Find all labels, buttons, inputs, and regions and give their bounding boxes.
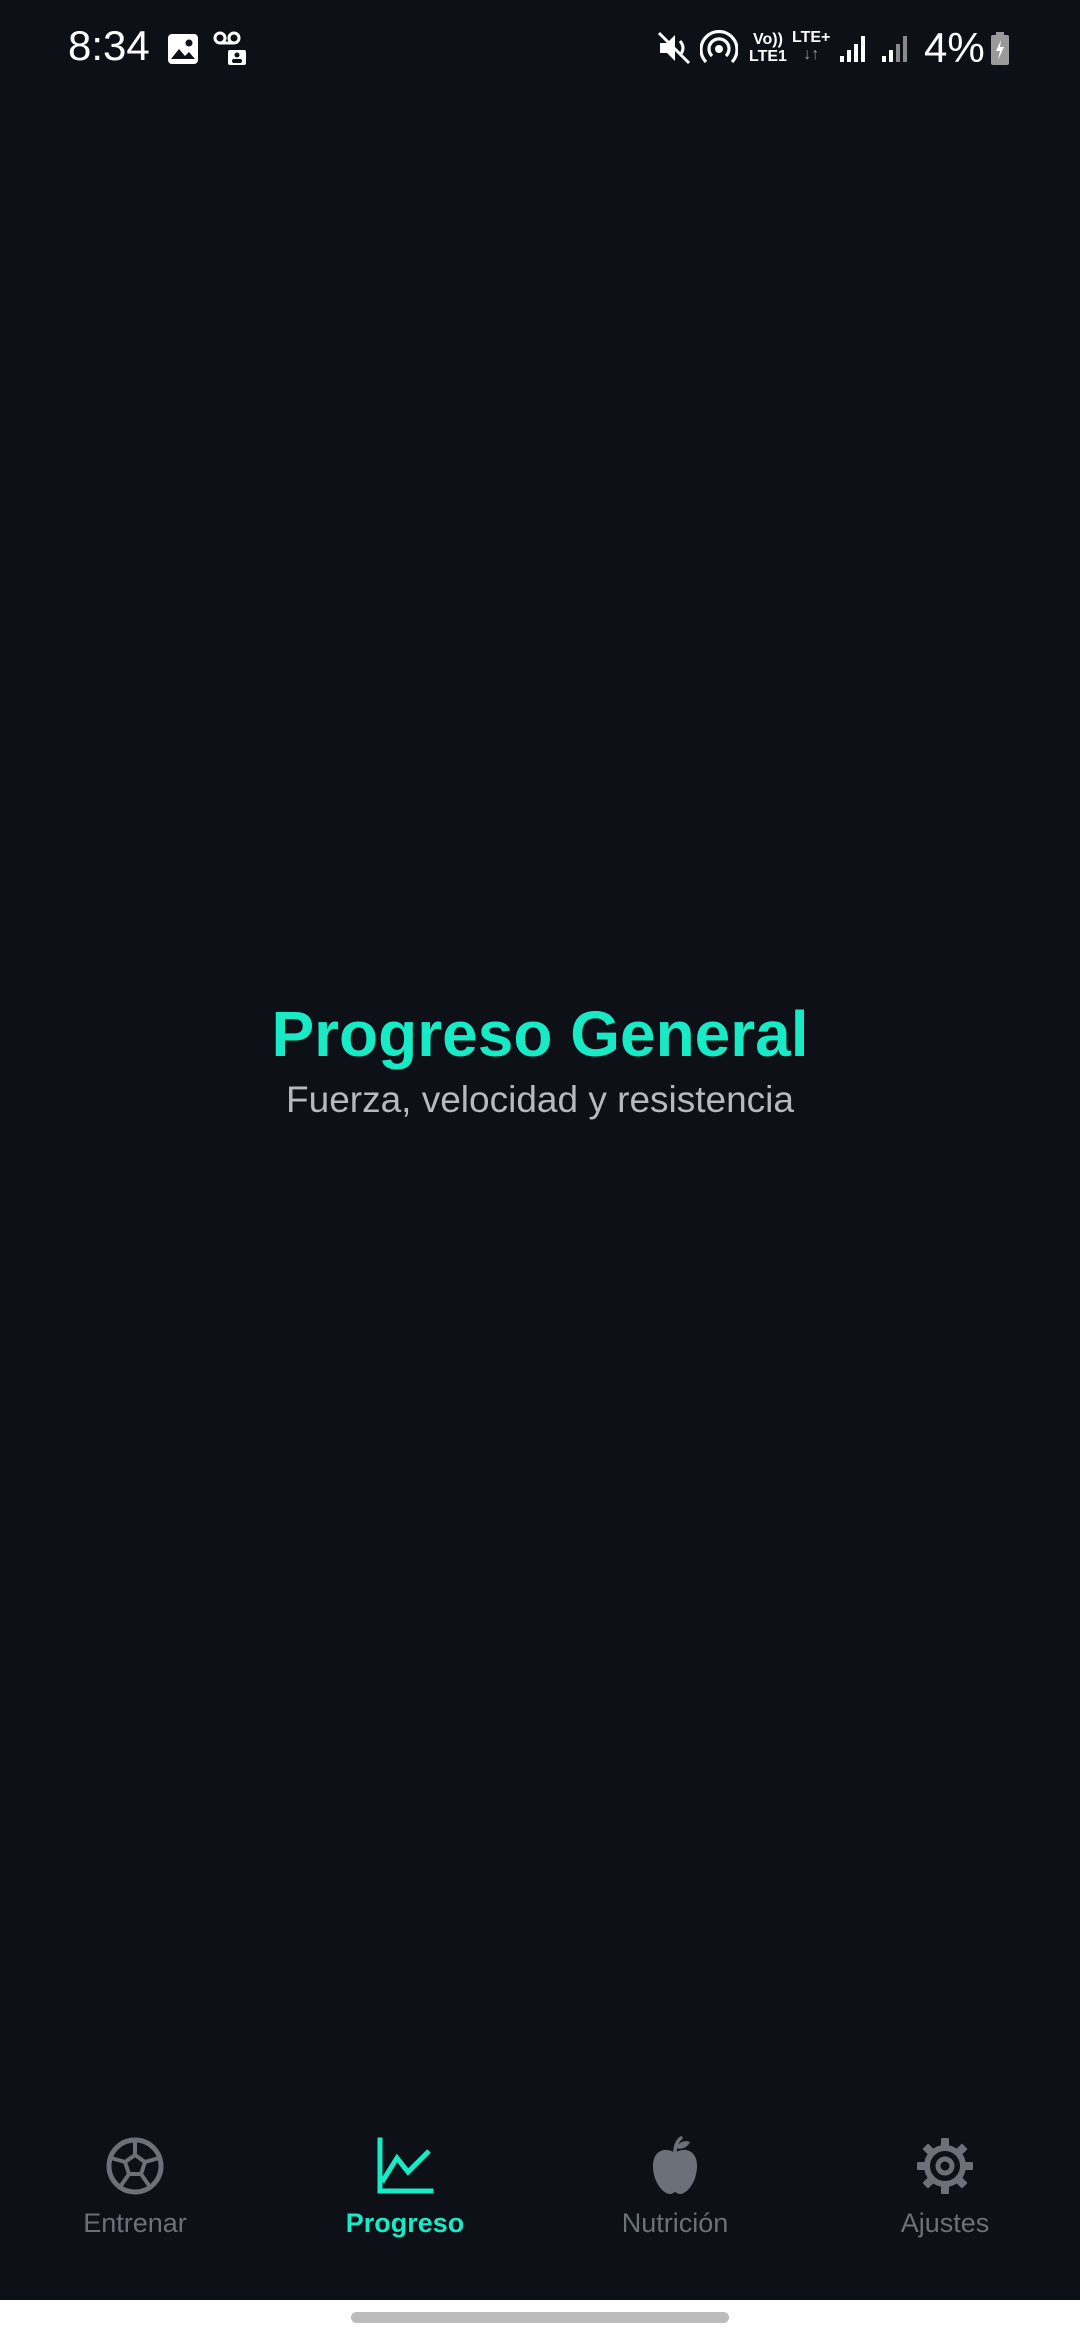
signal-weak-icon bbox=[882, 36, 907, 62]
home-indicator[interactable] bbox=[351, 2312, 729, 2323]
lte-data-icon: LTE+ ↓↑ bbox=[792, 29, 830, 63]
lte-label: LTE+ bbox=[792, 29, 831, 46]
bottom-navigation: Entrenar Progreso Nutrición Ajustes bbox=[0, 2100, 1080, 2300]
volte-top-label: Vo)) bbox=[753, 31, 783, 48]
status-bar: 8:34 Vo)) LTE1 LTE+ ↓↑ 4% bbox=[0, 0, 1080, 100]
nav-label-ajustes: Ajustes bbox=[900, 2208, 990, 2238]
page-title: Progreso General bbox=[271, 998, 809, 1070]
page-subtitle: Fuerza, velocidad y resistencia bbox=[286, 1079, 794, 1120]
nav-label-nutricion: Nutrición bbox=[621, 2208, 729, 2238]
battery-percentage: 4% bbox=[924, 24, 985, 71]
hotspot-icon bbox=[700, 30, 738, 64]
status-time: 8:34 bbox=[68, 22, 150, 69]
voicemail-icon bbox=[213, 31, 246, 65]
signal-icon bbox=[840, 36, 865, 62]
gallery-icon bbox=[168, 34, 198, 64]
nav-label-entrenar: Entrenar bbox=[83, 2208, 187, 2238]
volte-icon: Vo)) LTE1 bbox=[749, 31, 787, 65]
nav-item-entrenar[interactable]: Entrenar bbox=[0, 2100, 270, 2300]
nav-item-progreso[interactable]: Progreso bbox=[270, 2100, 540, 2300]
volte-bottom-label: LTE1 bbox=[749, 48, 787, 65]
apple-icon bbox=[653, 2136, 697, 2194]
chart-line-icon bbox=[377, 2137, 434, 2194]
nav-label-progreso: Progreso bbox=[345, 2208, 465, 2238]
nav-item-ajustes[interactable]: Ajustes bbox=[810, 2100, 1080, 2300]
soccer-ball-icon bbox=[106, 2137, 164, 2195]
main-content: Progreso General Fuerza, velocidad y res… bbox=[0, 995, 1080, 1123]
battery-charging-icon bbox=[991, 32, 1009, 65]
data-arrows-icon: ↓↑ bbox=[803, 46, 820, 63]
gear-icon bbox=[917, 2138, 973, 2194]
mute-icon bbox=[657, 31, 691, 65]
nav-item-nutricion[interactable]: Nutrición bbox=[540, 2100, 810, 2300]
